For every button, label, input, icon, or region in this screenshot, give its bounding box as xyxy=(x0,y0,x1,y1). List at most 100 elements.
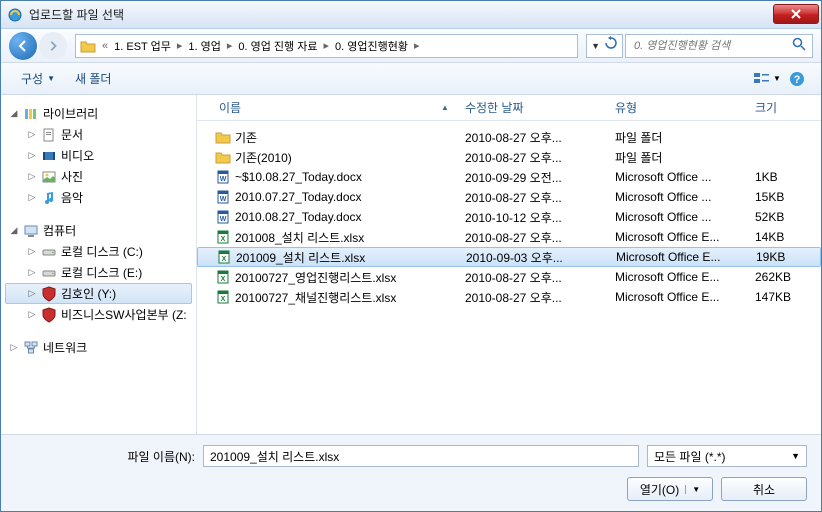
breadcrumb-item[interactable]: 1. EST 업무 xyxy=(110,38,175,54)
file-row[interactable]: W~$10.08.27_Today.docx2010-09-29 오전...Mi… xyxy=(197,167,821,187)
file-name: 201008_설치 리스트.xlsx xyxy=(235,229,364,246)
column-name[interactable]: 이름 ▲ xyxy=(197,99,457,116)
expand-arrow-icon[interactable]: ▷ xyxy=(27,246,37,257)
tree-drive-c[interactable]: ▷ 로컬 디스크 (C:) xyxy=(5,241,192,262)
new-folder-button[interactable]: 새 폴더 xyxy=(65,66,121,91)
file-date: 2010-09-29 오전... xyxy=(457,169,607,186)
breadcrumb-sep: « xyxy=(100,40,110,52)
docx-icon: W xyxy=(215,209,231,225)
organize-button[interactable]: 구성 ▼ xyxy=(11,66,65,91)
file-row[interactable]: W2010.07.27_Today.docx2010-08-27 오후...Mi… xyxy=(197,187,821,207)
sidebar: ◢ 라이브러리 ▷ 문서 ▷ 비디오 ▷ 사진 xyxy=(1,95,197,434)
file-date: 2010-08-27 오후... xyxy=(457,229,607,246)
xlsx-icon: X xyxy=(215,289,231,305)
help-button[interactable]: ? xyxy=(783,67,811,91)
svg-text:X: X xyxy=(221,236,226,243)
file-open-dialog: 업로드할 파일 선택 « 1. EST 업무 ▸ 1. 영업 ▸ 0. 영업 진… xyxy=(0,0,822,512)
search-field[interactable] xyxy=(632,39,788,53)
expand-arrow-icon[interactable]: ▷ xyxy=(27,129,37,140)
xlsx-icon: X xyxy=(215,229,231,245)
file-name: 2010.08.27_Today.docx xyxy=(235,210,362,224)
expand-arrow-icon[interactable]: ▷ xyxy=(27,309,37,320)
tree-libraries[interactable]: ◢ 라이브러리 xyxy=(5,103,192,124)
file-row[interactable]: 기존2010-08-27 오후...파일 폴더 xyxy=(197,127,821,147)
expand-arrow-icon[interactable]: ▷ xyxy=(27,288,37,299)
svg-text:X: X xyxy=(221,276,226,283)
refresh-icon[interactable] xyxy=(604,36,618,55)
back-button[interactable] xyxy=(9,32,37,60)
file-name: 기존(2010) xyxy=(235,149,292,166)
collapse-arrow-icon[interactable]: ◢ xyxy=(9,108,19,119)
expand-arrow-icon[interactable]: ▷ xyxy=(27,150,37,161)
search-input[interactable] xyxy=(625,34,813,58)
file-row[interactable]: W2010.08.27_Today.docx2010-10-12 오후...Mi… xyxy=(197,207,821,227)
split-arrow-icon: ▼ xyxy=(685,485,700,494)
file-row[interactable]: 기존(2010) 2010-08-27 오후...파일 폴더 xyxy=(197,147,821,167)
search-icon[interactable] xyxy=(792,37,806,54)
tree-videos[interactable]: ▷ 비디오 xyxy=(5,145,192,166)
column-date[interactable]: 수정한 날짜 xyxy=(457,99,607,116)
network-icon xyxy=(23,340,39,356)
expand-arrow-icon[interactable]: ▷ xyxy=(27,267,37,278)
file-date: 2010-08-27 오후... xyxy=(457,289,607,306)
tree-computer[interactable]: ◢ 컴퓨터 xyxy=(5,220,192,241)
breadcrumb[interactable]: « 1. EST 업무 ▸ 1. 영업 ▸ 0. 영업 진행 자료 ▸ 0. 영… xyxy=(75,34,578,58)
forward-button[interactable] xyxy=(39,32,67,60)
video-icon xyxy=(41,148,57,164)
file-type: Microsoft Office E... xyxy=(608,250,748,264)
file-list: 이름 ▲ 수정한 날짜 유형 크기 기존2010-08-27 오후...파일 폴… xyxy=(197,95,821,434)
file-row[interactable]: X201008_설치 리스트.xlsx2010-08-27 오후...Micro… xyxy=(197,227,821,247)
column-type[interactable]: 유형 xyxy=(607,99,747,116)
close-button[interactable] xyxy=(773,4,819,24)
xlsx-icon: X xyxy=(216,249,232,265)
breadcrumb-item[interactable]: 1. 영업 xyxy=(184,38,224,54)
file-size: 14KB xyxy=(747,230,821,244)
file-name: ~$10.08.27_Today.docx xyxy=(235,170,362,184)
tree-network[interactable]: ▷ 네트워크 xyxy=(5,337,192,358)
file-date: 2010-08-27 오후... xyxy=(457,269,607,286)
picture-icon xyxy=(41,169,57,185)
drive-icon xyxy=(41,244,57,260)
file-type: 파일 폴더 xyxy=(607,149,747,166)
chevron-down-icon: ▼ xyxy=(791,451,800,461)
file-row[interactable]: X20100727_채널진행리스트.xlsx2010-08-27 오후...Mi… xyxy=(197,287,821,307)
filetype-select[interactable]: 모든 파일 (*.*) ▼ xyxy=(647,445,807,467)
tree-drive-z[interactable]: ▷ 비즈니스SW사업본부 (Z: xyxy=(5,304,192,325)
tree-drive-y[interactable]: ▷ 김호인 (Y:) xyxy=(5,283,192,304)
expand-arrow-icon[interactable]: ▷ xyxy=(27,192,37,203)
filename-label: 파일 이름(N): xyxy=(15,448,195,465)
chevron-down-icon[interactable]: ▼ xyxy=(591,41,600,51)
file-name: 2010.07.27_Today.docx xyxy=(235,190,362,204)
tree-documents[interactable]: ▷ 문서 xyxy=(5,124,192,145)
drive-icon xyxy=(41,265,57,281)
column-size[interactable]: 크기 xyxy=(747,99,821,116)
file-size: 19KB xyxy=(748,250,820,264)
tree-pictures[interactable]: ▷ 사진 xyxy=(5,166,192,187)
cancel-button[interactable]: 취소 xyxy=(721,477,807,501)
file-name: 20100727_채널진행리스트.xlsx xyxy=(235,289,396,306)
collapse-arrow-icon[interactable]: ◢ xyxy=(9,225,19,236)
file-row[interactable]: X201009_설치 리스트.xlsx2010-09-03 오후...Micro… xyxy=(197,247,821,267)
file-type: 파일 폴더 xyxy=(607,129,747,146)
expand-arrow-icon[interactable]: ▷ xyxy=(9,342,19,353)
filename-input[interactable] xyxy=(203,445,639,467)
view-mode-button[interactable]: ▼ xyxy=(753,67,781,91)
expand-arrow-icon[interactable]: ▷ xyxy=(27,171,37,182)
folder-icon xyxy=(215,129,231,145)
svg-text:?: ? xyxy=(794,74,801,86)
tree-music[interactable]: ▷ 음악 xyxy=(5,187,192,208)
titlebar: 업로드할 파일 선택 xyxy=(1,1,821,29)
tree-drive-e[interactable]: ▷ 로컬 디스크 (E:) xyxy=(5,262,192,283)
music-icon xyxy=(41,190,57,206)
sort-asc-icon: ▲ xyxy=(441,103,449,112)
breadcrumb-item[interactable]: 0. 영업 진행 자료 xyxy=(234,38,321,54)
file-row[interactable]: X20100727_영업진행리스트.xlsx2010-08-27 오후...Mi… xyxy=(197,267,821,287)
folder-icon xyxy=(80,39,96,53)
file-date: 2010-08-27 오후... xyxy=(457,149,607,166)
docx-icon: W xyxy=(215,189,231,205)
breadcrumb-item[interactable]: 0. 영업진행현황 xyxy=(331,38,412,54)
open-button[interactable]: 열기(O) ▼ xyxy=(627,477,713,501)
file-type: Microsoft Office ... xyxy=(607,190,747,204)
shield-drive-icon xyxy=(41,307,57,323)
file-name: 기존 xyxy=(235,129,257,146)
